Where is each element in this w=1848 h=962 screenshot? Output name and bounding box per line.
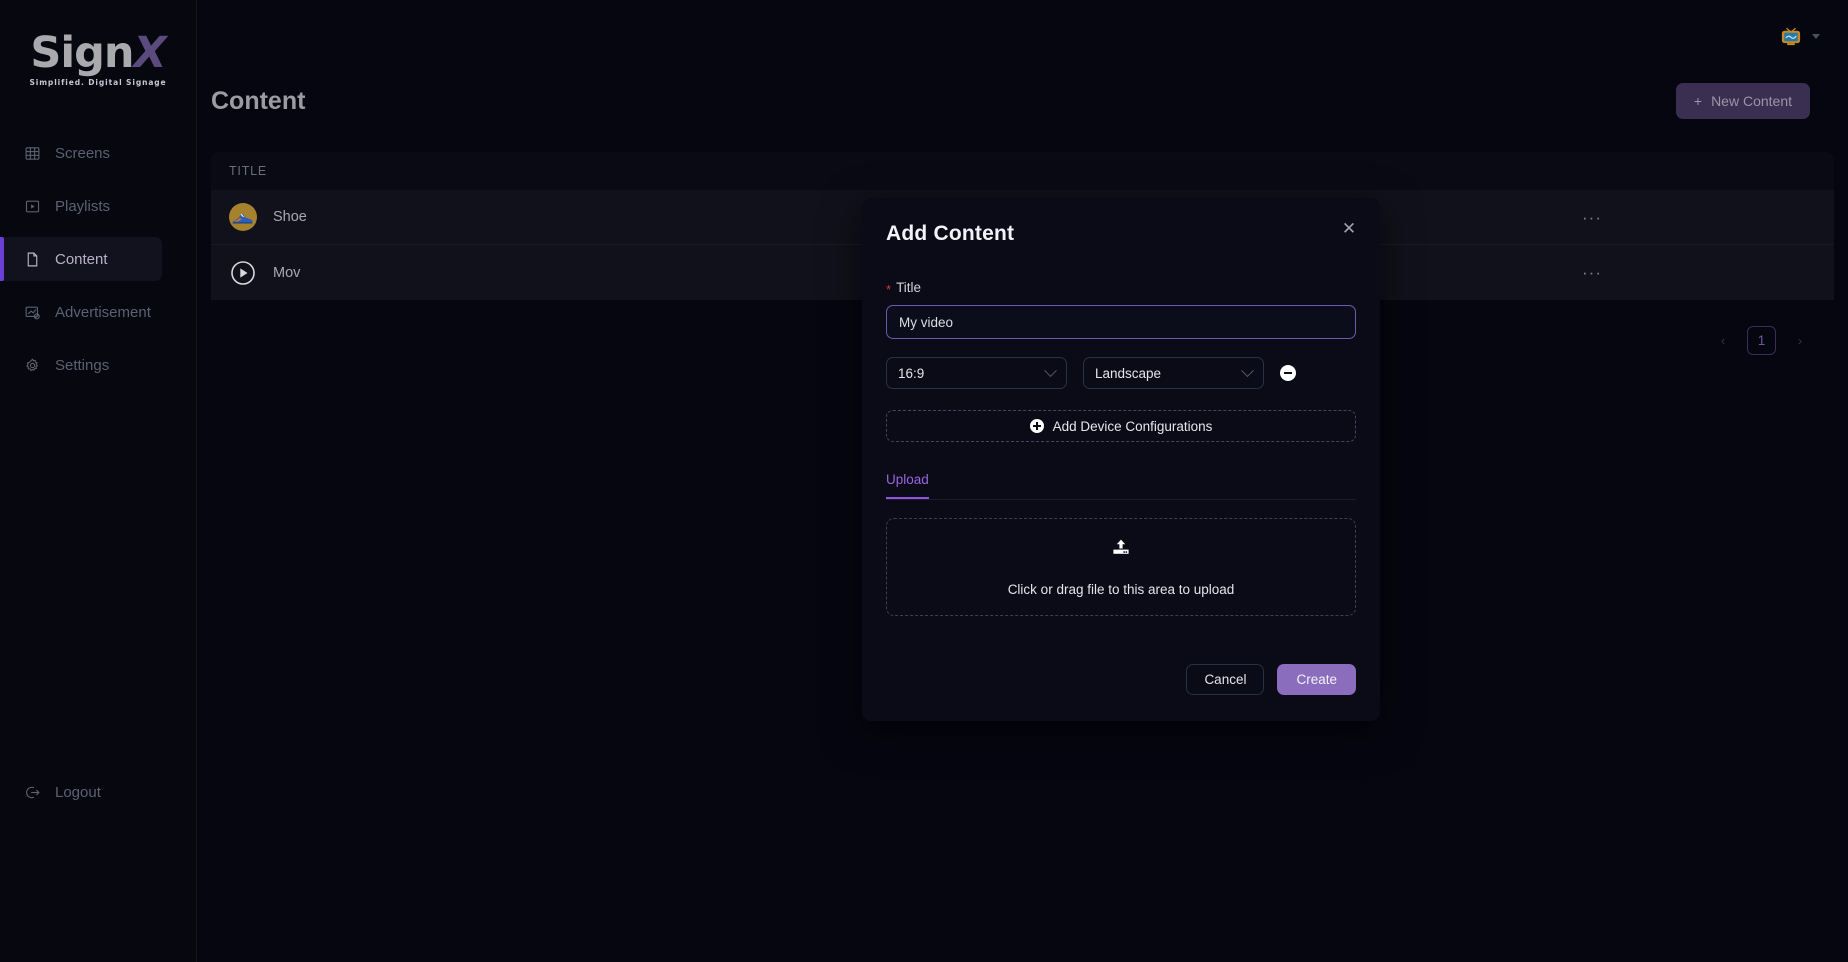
chevron-down-icon [1044, 363, 1057, 377]
required-marker: * [886, 282, 892, 297]
dropzone-text: Click or drag file to this area to uploa… [1007, 582, 1235, 597]
app-root: SignX Simplified. Digital Signage Screen… [0, 0, 1848, 962]
page-title: Content [211, 86, 306, 115]
file-icon [24, 251, 41, 268]
gear-icon [24, 357, 41, 374]
logo-text-sign: Sign [30, 28, 134, 78]
close-icon[interactable]: ✕ [1340, 220, 1358, 238]
pagination-prev[interactable]: ‹ [1713, 333, 1733, 348]
sidebar-item-label: Screens [55, 144, 111, 162]
tab-upload[interactable]: Upload [886, 472, 929, 499]
chevron-down-icon[interactable] [1812, 33, 1820, 39]
add-config-label: Add Device Configurations [1052, 418, 1213, 434]
file-dropzone[interactable]: Click or drag file to this area to uploa… [886, 518, 1356, 616]
plus-icon: + [1693, 93, 1703, 109]
sidebar-item-label: Playlists [55, 197, 111, 215]
sidebar: SignX Simplified. Digital Signage Screen… [0, 0, 197, 962]
app-logo[interactable]: SignX Simplified. Digital Signage [0, 0, 196, 87]
sidebar-item-playlists[interactable]: Playlists [0, 184, 162, 228]
pagination-next[interactable]: › [1790, 333, 1810, 348]
minus-circle-icon[interactable] [1280, 365, 1296, 381]
title-input[interactable] [886, 305, 1356, 339]
logout-button[interactable]: Logout [0, 774, 101, 810]
sidebar-item-advertisement[interactable]: Advertisement [0, 290, 162, 334]
sidebar-item-label: Advertisement [55, 303, 151, 321]
orientation-select[interactable]: Landscape [1083, 357, 1264, 389]
logo-text-x: X [133, 28, 166, 78]
title-field-label: * Title [886, 280, 1356, 297]
row-title: Mov [273, 264, 301, 281]
avatar[interactable] [1778, 23, 1804, 49]
play-square-icon [24, 198, 41, 215]
sidebar-item-label: Content [55, 250, 108, 268]
device-configuration-row: 16:9 Landscape [886, 357, 1356, 389]
modal-tabs: Upload [886, 472, 1356, 500]
create-button[interactable]: Create [1277, 664, 1356, 695]
new-content-button[interactable]: + New Content [1675, 83, 1810, 119]
sneaker-thumbnail [229, 203, 257, 231]
row-title-cell: Mov [211, 259, 911, 287]
logo-wordmark: SignX [18, 22, 178, 84]
topbar [197, 0, 1848, 72]
row-title-cell: Shoe [211, 203, 911, 231]
sidebar-item-settings[interactable]: Settings [0, 343, 162, 387]
modal-title: Add Content [886, 222, 1015, 245]
upload-icon [1109, 537, 1133, 566]
sidebar-item-label: Settings [55, 356, 110, 374]
page-header: Content + New Content [197, 72, 1848, 130]
sidebar-item-content[interactable]: Content [0, 237, 162, 281]
aspect-ratio-value: 16:9 [898, 365, 925, 381]
new-content-label: New Content [1711, 93, 1792, 109]
plus-circle-icon [1029, 419, 1044, 433]
sidebar-item-screens[interactable]: Screens [0, 131, 162, 175]
tv-avatar-icon [1781, 27, 1801, 46]
table-header-row: TITLE [211, 152, 1834, 190]
row-actions-menu[interactable]: ··· [1582, 264, 1602, 281]
title-label-text: Title [896, 280, 922, 295]
chart-ad-icon [24, 304, 41, 321]
aspect-ratio-select[interactable]: 16:9 [886, 357, 1067, 389]
chevron-down-icon [1241, 363, 1254, 377]
row-actions-menu[interactable]: ··· [1582, 209, 1602, 226]
play-circle-icon [229, 259, 257, 287]
logout-icon [24, 784, 41, 801]
logo-mark: SignX [18, 22, 178, 84]
cancel-button[interactable]: Cancel [1186, 664, 1265, 695]
modal-footer: Cancel Create [886, 664, 1356, 695]
add-device-configurations-button[interactable]: Add Device Configurations [886, 410, 1356, 442]
add-content-modal: Add Content ✕ * Title 16:9 Landscape [862, 198, 1380, 721]
logout-label: Logout [55, 783, 101, 801]
orientation-value: Landscape [1095, 365, 1162, 381]
grid-icon [24, 145, 41, 162]
main-area: Content + New Content TITLE Shoe ··· Mov… [197, 0, 1848, 962]
pagination-page-1[interactable]: 1 [1747, 326, 1776, 355]
sidebar-nav: Screens Playlists Content Advertisement [0, 131, 196, 387]
column-header-title: TITLE [229, 164, 268, 178]
row-title: Shoe [273, 209, 307, 225]
